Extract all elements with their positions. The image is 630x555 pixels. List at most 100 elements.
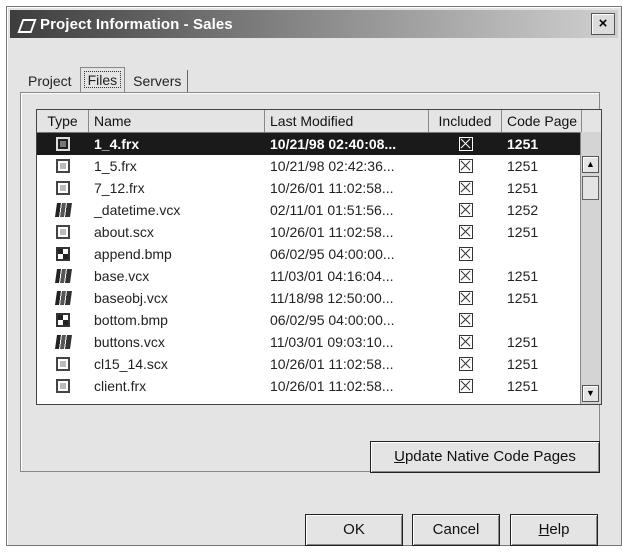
included-checkbox-icon[interactable] [458, 379, 473, 393]
name-cell: 1_5.frx [94, 158, 137, 174]
tab-files[interactable]: Files [79, 67, 126, 92]
last-modified-cell: 06/02/95 04:00:00... [270, 246, 395, 262]
bitmap-icon [56, 313, 70, 327]
name-cell: bottom.bmp [94, 312, 168, 328]
included-cell[interactable] [429, 181, 502, 195]
table-row[interactable]: bottom.bmp 06/02/95 04:00:00... [37, 309, 601, 331]
class-library-icon [54, 335, 72, 349]
included-checkbox-icon[interactable] [458, 269, 473, 283]
table-row[interactable]: 7_12.frx 10/26/01 11:02:58... 1251 [37, 177, 601, 199]
table-row[interactable]: baseobj.vcx 11/18/98 12:50:00... 1251 [37, 287, 601, 309]
cancel-button[interactable]: Cancel [412, 514, 500, 546]
last-modified-cell: 11/03/01 04:16:04... [270, 268, 394, 284]
included-cell[interactable] [429, 225, 502, 239]
class-library-icon [54, 269, 72, 283]
type-cell [37, 335, 89, 349]
files-list[interactable]: Type Name Last Modified Included Code Pa… [36, 109, 602, 405]
type-cell [37, 379, 89, 393]
included-cell[interactable] [429, 159, 502, 173]
included-cell[interactable] [429, 335, 502, 349]
included-checkbox-icon[interactable] [458, 291, 473, 305]
code-page-cell: 1251 [507, 268, 539, 284]
form-icon [56, 357, 70, 371]
included-cell[interactable] [429, 247, 502, 261]
scroll-thumb[interactable] [582, 176, 599, 200]
code-page-cell: 1251 [507, 180, 539, 196]
tab-project[interactable]: Project [22, 70, 78, 92]
included-cell[interactable] [429, 137, 502, 151]
table-row[interactable]: base.vcx 11/03/01 04:16:04... 1251 [37, 265, 601, 287]
class-library-icon [54, 291, 72, 305]
included-checkbox-icon[interactable] [458, 247, 473, 261]
column-header-type[interactable]: Type [37, 110, 89, 132]
code-page-cell: 1251 [507, 136, 539, 152]
included-cell[interactable] [429, 269, 502, 283]
included-cell[interactable] [429, 379, 502, 393]
last-modified-cell: 02/11/01 01:51:56... [270, 202, 394, 218]
included-checkbox-icon[interactable] [458, 335, 473, 349]
included-cell[interactable] [429, 313, 502, 327]
tab-servers[interactable]: Servers [127, 70, 189, 92]
included-checkbox-icon[interactable] [458, 203, 473, 217]
code-page-cell: 1251 [507, 224, 539, 240]
column-header-included[interactable]: Included [429, 110, 502, 132]
type-cell [37, 357, 89, 371]
type-cell [37, 269, 89, 283]
list-header: Type Name Last Modified Included Code Pa… [37, 110, 601, 133]
type-cell [37, 247, 89, 261]
column-header-code-page[interactable]: Code Page [502, 110, 582, 132]
name-cell: buttons.vcx [94, 334, 165, 350]
included-cell[interactable] [429, 291, 502, 305]
included-checkbox-icon[interactable] [458, 313, 473, 327]
name-cell: baseobj.vcx [94, 290, 168, 306]
last-modified-cell: 06/02/95 04:00:00... [270, 312, 395, 328]
bitmap-icon [56, 247, 70, 261]
included-checkbox-icon[interactable] [458, 159, 473, 173]
update-native-code-pages-button[interactable]: Update Native Code Pages [370, 441, 600, 473]
table-row[interactable]: about.scx 10/26/01 11:02:58... 1251 [37, 221, 601, 243]
table-row[interactable]: client.frx 10/26/01 11:02:58... 1251 [37, 375, 601, 397]
last-modified-cell: 10/26/01 11:02:58... [270, 224, 394, 240]
name-cell: 7_12.frx [94, 180, 145, 196]
list-rows: 1_4.frx 10/21/98 02:40:08... 1251 1_5.frx 10… [37, 133, 601, 397]
type-cell [37, 313, 89, 327]
help-button[interactable]: Help [510, 514, 598, 546]
table-row[interactable]: buttons.vcx 11/03/01 09:03:10... 1251 [37, 331, 601, 353]
included-cell[interactable] [429, 203, 502, 217]
type-cell [37, 203, 89, 217]
help-button-mnemonic: H [538, 521, 550, 538]
scroll-down-arrow-icon[interactable]: ▼ [582, 385, 599, 402]
included-cell[interactable] [429, 357, 502, 371]
column-header-name[interactable]: Name [89, 110, 265, 132]
name-cell: client.frx [94, 378, 147, 394]
code-page-cell: 1251 [507, 378, 539, 394]
code-page-cell: 1251 [507, 334, 539, 350]
table-row[interactable]: 1_5.frx 10/21/98 02:42:36... 1251 [37, 155, 601, 177]
name-cell: about.scx [94, 224, 154, 240]
last-modified-cell: 10/26/01 11:02:58... [270, 180, 394, 196]
form-icon [56, 225, 70, 239]
code-page-cell: 1251 [507, 158, 539, 174]
table-row[interactable]: 1_4.frx 10/21/98 02:40:08... 1251 [37, 133, 601, 155]
last-modified-cell: 11/03/01 09:03:10... [270, 334, 394, 350]
type-cell [37, 159, 89, 173]
last-modified-cell: 10/21/98 02:42:36... [270, 158, 395, 174]
included-checkbox-icon[interactable] [458, 357, 473, 371]
scroll-up-arrow-icon[interactable]: ▲ [582, 156, 599, 173]
update-button-label: pdate Native Code Pages [404, 448, 576, 465]
included-checkbox-icon[interactable] [458, 225, 473, 239]
table-row[interactable]: append.bmp 06/02/95 04:00:00... [37, 243, 601, 265]
vertical-scrollbar[interactable]: ▲ ▼ [580, 132, 601, 404]
code-page-cell: 1251 [507, 290, 539, 306]
window-title: Project Information - Sales [40, 15, 233, 33]
table-row[interactable]: _datetime.vcx 02/11/01 01:51:56... 1252 [37, 199, 601, 221]
column-header-last-modified[interactable]: Last Modified [265, 110, 429, 132]
close-button[interactable]: × [591, 13, 615, 35]
code-page-cell: 1252 [507, 202, 539, 218]
update-button-mnemonic: U [394, 448, 405, 465]
project-icon [18, 16, 34, 32]
ok-button[interactable]: OK [305, 514, 403, 546]
table-row[interactable]: cl15_14.scx 10/26/01 11:02:58... 1251 [37, 353, 601, 375]
included-checkbox-icon[interactable] [458, 181, 473, 195]
included-checkbox-icon[interactable] [458, 137, 473, 151]
